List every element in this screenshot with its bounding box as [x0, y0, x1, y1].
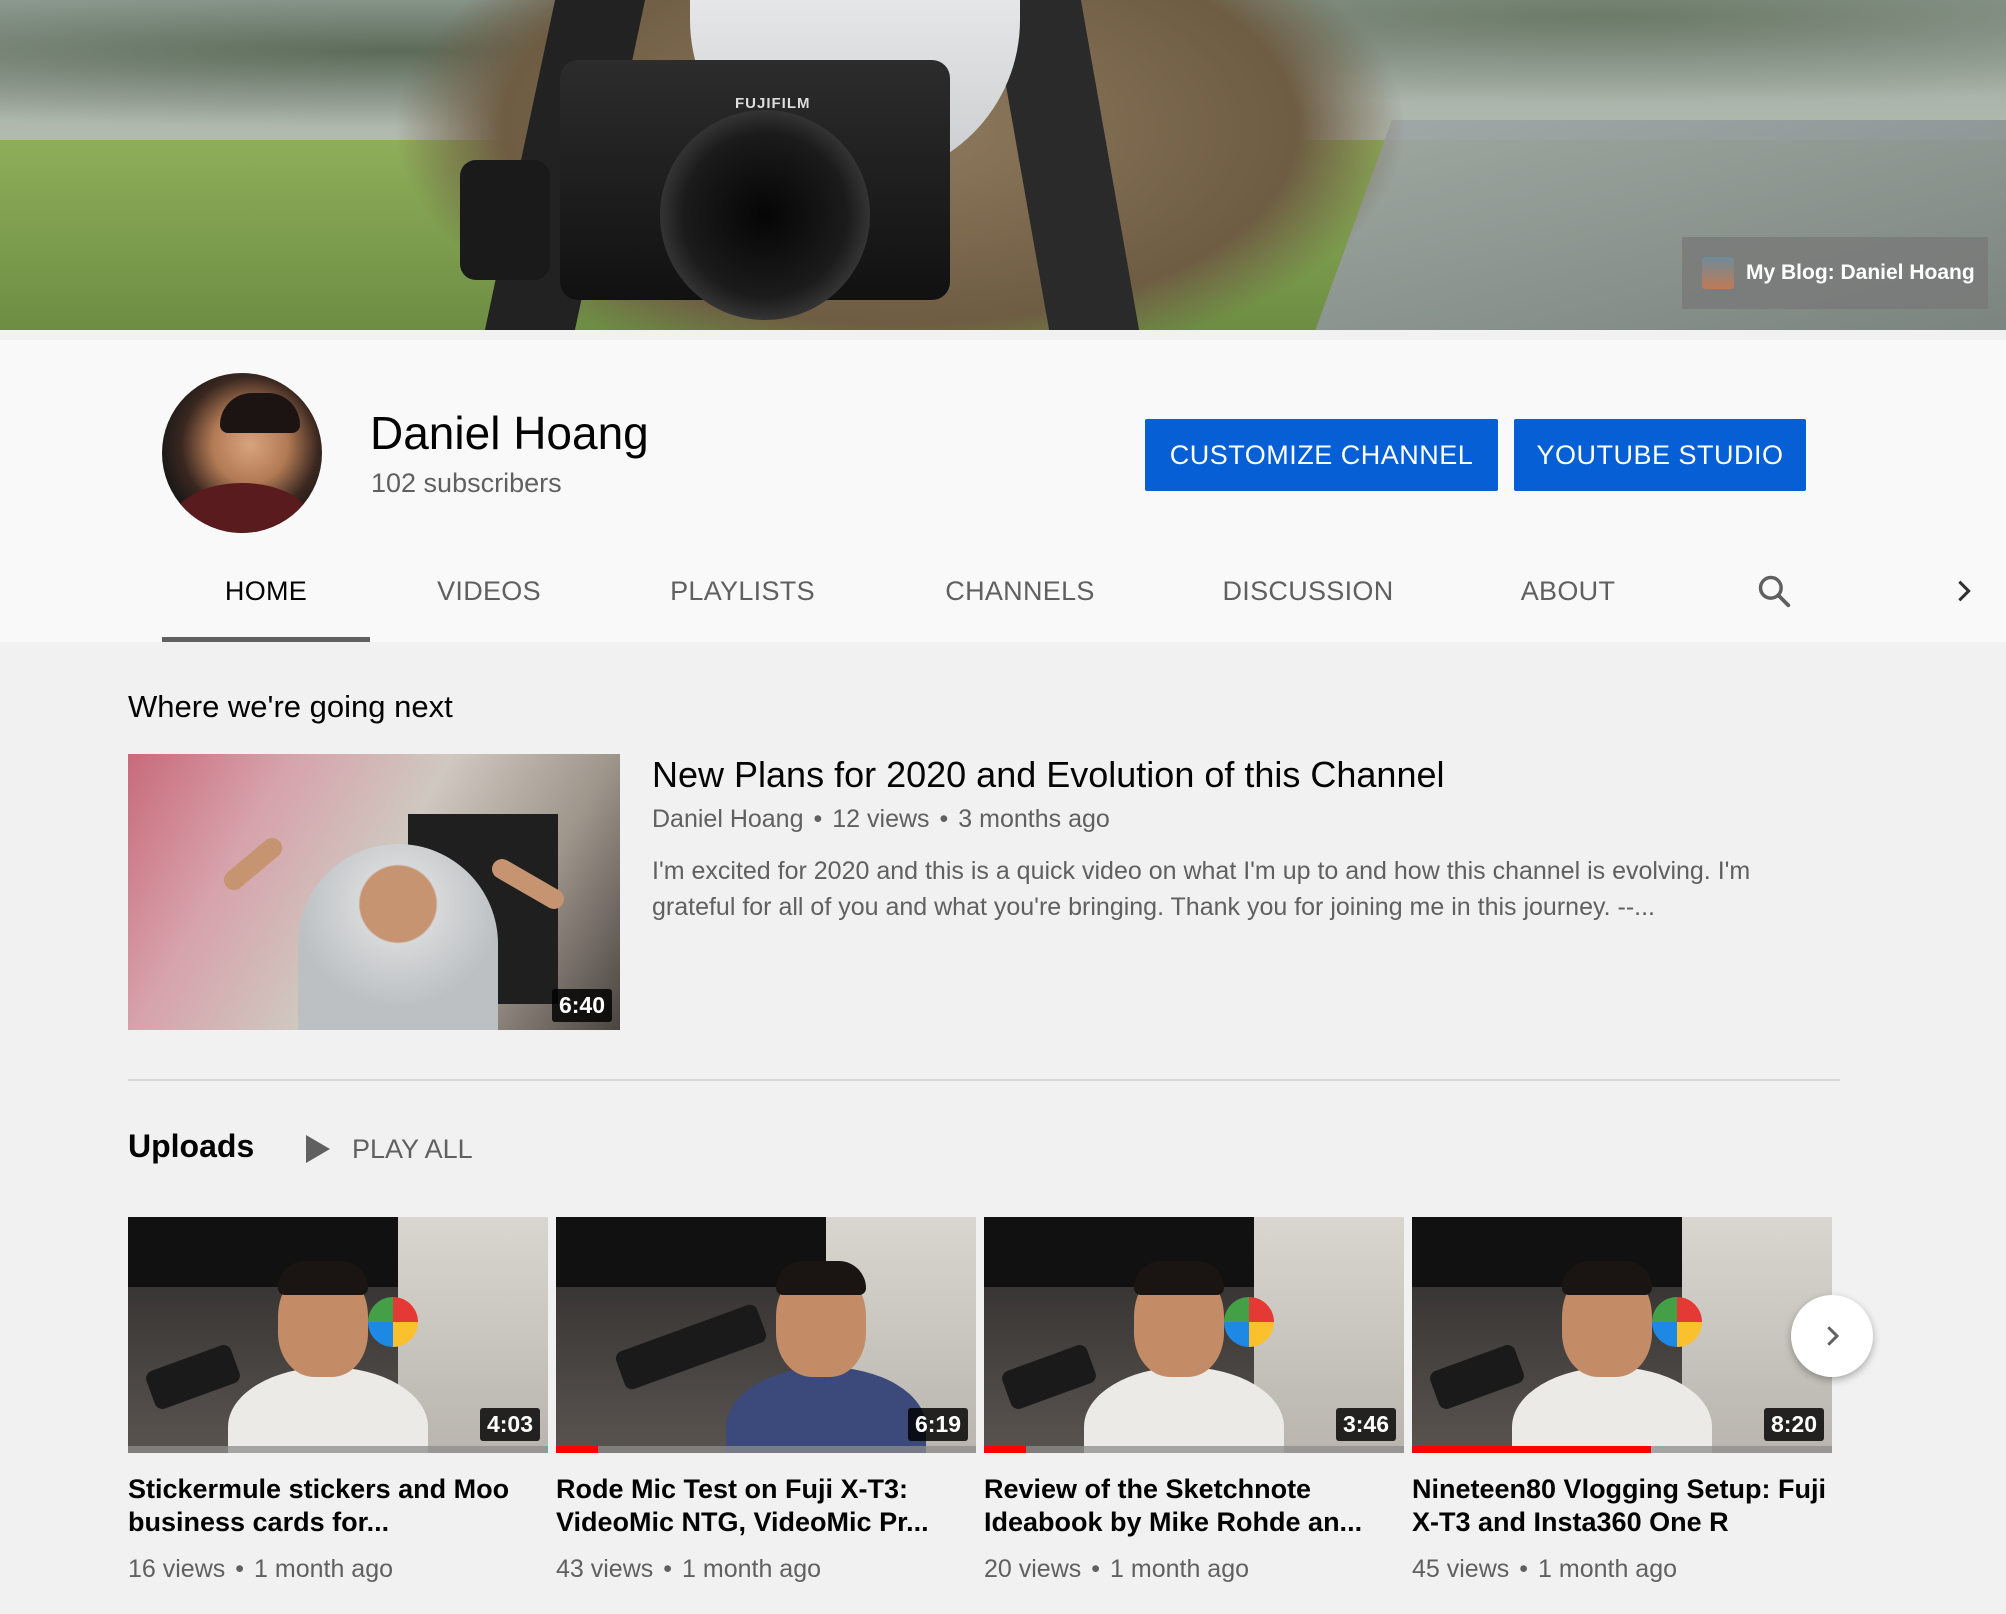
meta-separator: • [813, 805, 823, 833]
tab-videos[interactable]: VIDEOS [404, 540, 574, 642]
thumb-hair [776, 1261, 866, 1295]
tab-discussion[interactable]: DISCUSSION [1200, 540, 1416, 642]
video-duration: 3:46 [1335, 1408, 1396, 1441]
upload-title[interactable]: Review of the Sketchnote Ideabook by Mik… [984, 1473, 1404, 1539]
banner-lens [660, 110, 870, 320]
featured-age: 3 months ago [958, 805, 1110, 833]
blog-favicon-icon [1702, 257, 1734, 289]
upload-card[interactable]: 4:03 Stickermule stickers and Moo busine… [128, 1217, 548, 1584]
upload-views: 43 views [556, 1555, 654, 1583]
customize-channel-button[interactable]: CUSTOMIZE CHANNEL [1145, 419, 1498, 491]
channel-avatar[interactable] [162, 373, 322, 533]
upload-title[interactable]: Stickermule stickers and Moo business ca… [128, 1473, 548, 1539]
thumb-logo [1652, 1297, 1702, 1347]
video-duration: 8:20 [1763, 1408, 1824, 1441]
banner-blog-link[interactable]: My Blog: Daniel Hoang [1682, 237, 1988, 309]
banner-mic [460, 160, 550, 280]
tab-about[interactable]: ABOUT [1490, 540, 1646, 642]
thumb-person [298, 844, 498, 1030]
tab-channels[interactable]: CHANNELS [908, 540, 1132, 642]
channel-name: Daniel Hoang [370, 407, 649, 459]
upload-age: 1 month ago [682, 1555, 822, 1583]
upload-meta: 43 views • 1 month ago [556, 1555, 976, 1584]
upload-views: 16 views [128, 1555, 226, 1583]
thumb-hair [1562, 1261, 1652, 1295]
chevron-right-icon[interactable] [1944, 540, 1984, 642]
watch-progress-fill [556, 1446, 598, 1453]
thumb-logo [368, 1297, 418, 1347]
play-all-label: PLAY ALL [352, 1133, 473, 1164]
watch-progress-fill [1412, 1446, 1652, 1453]
meta-separator: • [1091, 1555, 1101, 1583]
channel-header: Daniel Hoang 102 subscribers CUSTOMIZE C… [0, 340, 2006, 642]
meta-separator: • [663, 1555, 673, 1583]
upload-thumbnail[interactable]: 6:19 [556, 1217, 976, 1453]
video-duration: 4:03 [479, 1408, 540, 1441]
blog-link-label: My Blog: Daniel Hoang [1746, 261, 1975, 284]
upload-meta: 20 views • 1 month ago [984, 1555, 1404, 1584]
shelf-next-button[interactable] [1791, 1295, 1873, 1377]
watch-progress-bar [556, 1446, 976, 1453]
tab-home[interactable]: HOME [162, 540, 370, 642]
upload-views: 20 views [984, 1555, 1082, 1583]
avatar-shirt [172, 483, 312, 533]
upload-age: 1 month ago [1110, 1555, 1250, 1583]
upload-meta: 45 views • 1 month ago [1412, 1555, 1832, 1584]
play-all-button[interactable]: PLAY ALL [306, 1126, 473, 1172]
thumb-logo [1224, 1297, 1274, 1347]
video-duration: 6:19 [907, 1408, 968, 1441]
upload-card[interactable]: 6:19 Rode Mic Test on Fuji X-T3: VideoMi… [556, 1217, 976, 1584]
featured-video-description: I'm excited for 2020 and this is a quick… [652, 857, 1751, 921]
meta-separator: • [939, 805, 949, 833]
tab-playlists[interactable]: PLAYLISTS [640, 540, 845, 642]
thumb-mic [613, 1302, 769, 1392]
upload-title[interactable]: Nineteen80 Vlogging Setup: Fuji X-T3 and… [1412, 1473, 1832, 1539]
thumb-mic [143, 1342, 243, 1412]
upload-card[interactable]: 8:20 Nineteen80 Vlogging Setup: Fuji X-T… [1412, 1217, 1832, 1584]
watch-progress-fill [984, 1446, 1026, 1453]
watch-progress-bar [984, 1446, 1404, 1453]
uploads-title[interactable]: Uploads [128, 1128, 254, 1165]
upload-thumbnail[interactable]: 4:03 [128, 1217, 548, 1453]
upload-thumbnail[interactable]: 8:20 [1412, 1217, 1832, 1453]
watch-progress-bar [128, 1446, 548, 1453]
meta-separator: • [235, 1555, 245, 1583]
upload-meta: 16 views • 1 month ago [128, 1555, 548, 1584]
subscriber-count: 102 subscribers [371, 468, 562, 498]
channel-tabs: HOME VIDEOS PLAYLISTS CHANNELS DISCUSSIO… [0, 540, 2006, 642]
featured-video-title[interactable]: New Plans for 2020 and Evolution of this… [652, 754, 1445, 796]
featured-views: 12 views [832, 805, 930, 833]
search-icon[interactable] [1752, 540, 1796, 642]
video-duration: 6:40 [551, 989, 612, 1022]
upload-thumbnail[interactable]: 3:46 [984, 1217, 1404, 1453]
chevron-right-icon [1827, 1326, 1840, 1346]
featured-video-meta: Daniel Hoang • 12 views • 3 months ago [652, 805, 1110, 834]
featured-video-thumbnail[interactable]: 6:40 [128, 754, 620, 1030]
section-divider [128, 1079, 1840, 1081]
camera-brand-text: FUJIFILM [735, 95, 811, 112]
channel-banner: FUJIFILM My Blog: Daniel Hoang [0, 0, 2006, 330]
thumb-arm [219, 833, 287, 895]
upload-card[interactable]: 3:46 Review of the Sketchnote Ideabook b… [984, 1217, 1404, 1584]
meta-separator: • [1519, 1555, 1529, 1583]
upload-age: 1 month ago [254, 1555, 394, 1583]
thumb-mic [1427, 1342, 1527, 1412]
featured-section-title: Where we're going next [128, 689, 453, 724]
upload-title[interactable]: Rode Mic Test on Fuji X-T3: VideoMic NTG… [556, 1473, 976, 1539]
thumb-mic [999, 1342, 1099, 1412]
youtube-studio-button[interactable]: YOUTUBE STUDIO [1514, 419, 1806, 491]
thumb-hair [1134, 1261, 1224, 1295]
avatar-hair [220, 393, 300, 433]
play-icon [306, 1135, 330, 1163]
watch-progress-bar [1412, 1446, 1832, 1453]
upload-views: 45 views [1412, 1555, 1510, 1583]
thumb-hair [278, 1261, 368, 1295]
featured-author[interactable]: Daniel Hoang [652, 805, 804, 834]
upload-age: 1 month ago [1538, 1555, 1678, 1583]
